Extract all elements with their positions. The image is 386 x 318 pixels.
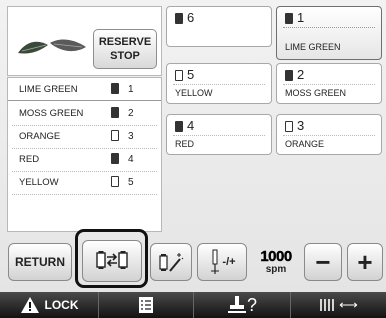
needle-number: 5 xyxy=(187,67,195,82)
machine-screen: RESERVE STOP LIME GREEN 1 MOSS GREEN 2 O… xyxy=(0,0,386,318)
needle-card-6[interactable]: 6 xyxy=(166,6,272,47)
needle-number: 6 xyxy=(187,10,195,25)
speed-display: 1000 spm xyxy=(252,249,300,277)
color-sequence-list[interactable]: LIME GREEN 1 MOSS GREEN 2 ORANGE 3 RED 4… xyxy=(7,77,162,232)
reserve-stop-button[interactable]: RESERVE STOP xyxy=(93,29,157,69)
return-label: RETURN xyxy=(15,255,65,269)
needle-number: 2 xyxy=(297,67,305,82)
needle-speed-icon xyxy=(211,249,220,274)
magic-wand-button[interactable] xyxy=(150,243,192,281)
divider xyxy=(173,135,265,136)
divider xyxy=(283,84,375,85)
spool-icon xyxy=(111,153,119,164)
needle-number: 3 xyxy=(297,118,305,133)
row-divider xyxy=(12,194,157,195)
list-icon xyxy=(139,297,153,313)
speed-decrease-button[interactable]: − xyxy=(304,243,342,281)
color-name: RED xyxy=(19,154,40,165)
plus-label: + xyxy=(357,246,373,277)
spool-icon xyxy=(111,176,119,187)
list-item[interactable]: MOSS GREEN 2 xyxy=(8,102,161,125)
needle-number: 4 xyxy=(128,154,134,165)
magic-wand-icon xyxy=(159,253,184,272)
speed-adjust-button[interactable]: -/+ xyxy=(197,243,247,281)
needle-swap-icon xyxy=(96,251,128,269)
needle-card-1[interactable]: 1 LIME GREEN xyxy=(276,6,382,60)
speed-increase-button[interactable]: + xyxy=(347,243,383,281)
divider xyxy=(283,27,375,28)
embroidery-preview: RESERVE STOP xyxy=(7,6,162,76)
spool-icon xyxy=(111,130,119,141)
color-name: LIME GREEN xyxy=(19,84,78,95)
needle-card-5[interactable]: 5 YELLOW xyxy=(166,63,272,104)
divider xyxy=(173,84,265,85)
presser-foot-tab[interactable]: ? xyxy=(194,292,291,318)
spool-icon xyxy=(175,13,183,24)
minus-label: − xyxy=(315,246,331,277)
lock-tab[interactable]: LOCK xyxy=(0,292,99,318)
needle-color-name: LIME GREEN xyxy=(285,42,341,52)
presser-foot-icon xyxy=(227,296,246,313)
speed-value: 1000 xyxy=(260,248,292,265)
needle-card-3[interactable]: 3 ORANGE xyxy=(276,114,382,155)
warning-triangle-icon xyxy=(20,297,39,313)
thread-tab[interactable]: ⟷ xyxy=(291,292,386,318)
leaf-embroidery-image xyxy=(18,39,86,54)
needle-color-name: ORANGE xyxy=(285,139,325,149)
list-tab[interactable] xyxy=(99,292,194,318)
speed-adjust-label: -/+ xyxy=(222,256,236,268)
needle-card-2[interactable]: 2 MOSS GREEN xyxy=(276,63,382,104)
reserve-stop-line1: RESERVE xyxy=(98,36,152,48)
color-name: MOSS GREEN xyxy=(19,108,84,119)
spool-icon xyxy=(175,70,183,81)
reserve-stop-line2: STOP xyxy=(110,50,140,62)
list-item[interactable]: YELLOW 5 xyxy=(8,171,161,194)
return-button[interactable]: RETURN xyxy=(8,243,72,281)
needle-number: 1 xyxy=(128,84,134,95)
color-name: YELLOW xyxy=(19,177,59,188)
color-name: ORANGE xyxy=(19,131,61,142)
needle-number: 2 xyxy=(128,108,134,119)
list-item[interactable]: RED 4 xyxy=(8,148,161,171)
list-item[interactable]: LIME GREEN 1 xyxy=(8,78,161,101)
needle-card-4[interactable]: 4 RED xyxy=(166,114,272,155)
spool-icon xyxy=(111,83,119,94)
list-item[interactable]: ORANGE 3 xyxy=(8,125,161,148)
divider xyxy=(283,135,375,136)
needle-color-name: RED xyxy=(175,139,195,149)
bottom-bar: LOCK ? ⟷ xyxy=(0,292,386,318)
needle-color-name: YELLOW xyxy=(175,88,213,98)
needle-number: 1 xyxy=(297,10,305,25)
needles-arrow-icon xyxy=(320,299,334,311)
speed-unit: spm xyxy=(265,264,287,275)
needle-number: 4 xyxy=(187,118,195,133)
needle-color-name: MOSS GREEN xyxy=(285,88,347,98)
spool-icon xyxy=(285,70,293,81)
spool-icon xyxy=(285,121,293,132)
spool-icon xyxy=(285,13,293,24)
spool-icon xyxy=(175,121,183,132)
spool-icon xyxy=(111,107,119,118)
needle-swap-button[interactable] xyxy=(82,240,142,282)
help-label: ? xyxy=(246,294,257,315)
needle-number: 3 xyxy=(128,131,134,142)
needle-number: 5 xyxy=(128,177,134,188)
thread-arrow-label: ⟷ xyxy=(339,297,358,312)
lock-label: LOCK xyxy=(44,298,79,312)
